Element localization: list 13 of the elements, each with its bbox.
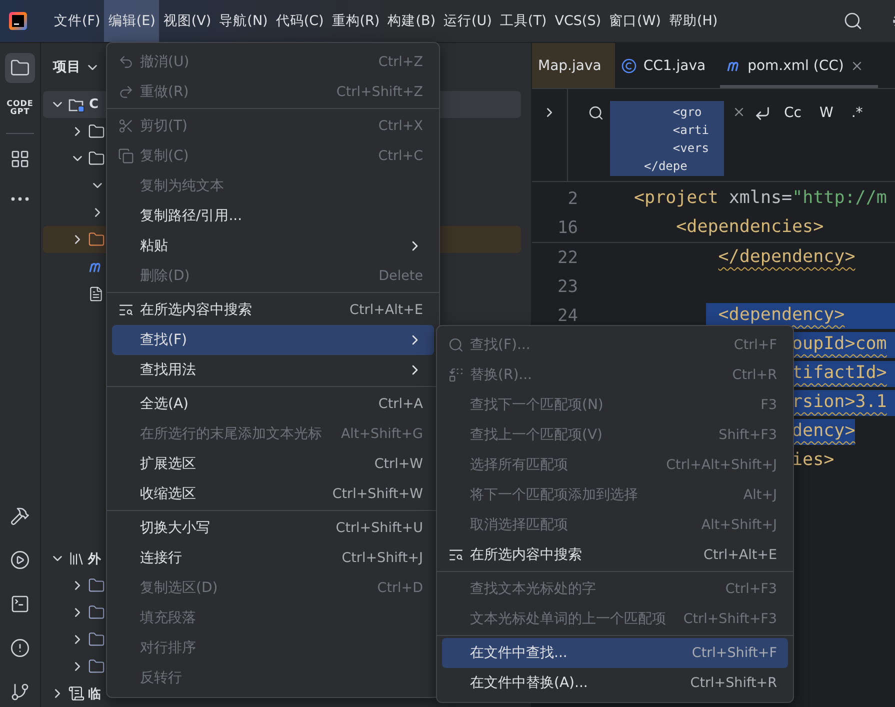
line-number: 23 (556, 276, 578, 296)
tree-label: C (89, 97, 99, 112)
code-line: </dependency> (717, 246, 856, 268)
line-number: 16 (556, 218, 578, 238)
codegpt-logo: CODE GPT (6, 100, 34, 116)
tree-label: 临 (88, 686, 101, 702)
line-number: 22 (556, 248, 578, 268)
code-line: <project xmlns="http://m (633, 186, 887, 210)
code-line: ies> (791, 448, 834, 472)
line-number: 24 (556, 306, 578, 326)
tree-label: 外 (88, 550, 101, 568)
code-line: <dependencies> (675, 216, 824, 238)
line-number: 2 (566, 188, 578, 208)
